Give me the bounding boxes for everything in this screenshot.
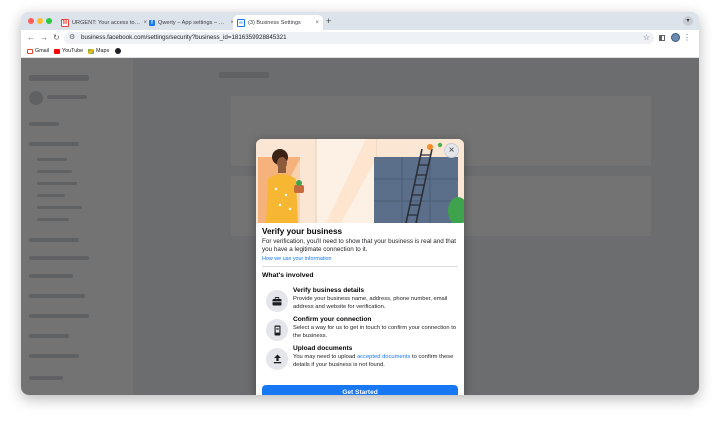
section-heading: What's involved	[262, 272, 314, 279]
bookmark-globe[interactable]	[115, 48, 121, 54]
step-description: Provide your business name, address, pho…	[293, 296, 448, 310]
upload-icon	[266, 348, 288, 370]
step-upload-documents: Upload documents You may need to upload …	[262, 345, 458, 373]
tab-close-icon[interactable]: ×	[315, 20, 319, 26]
get-started-button[interactable]: Get Started	[262, 385, 458, 395]
meta-dev-icon: f	[149, 19, 155, 26]
tab-gmail[interactable]: M URGENT: Your access to adv ×	[57, 15, 151, 30]
dialog-description: For verification, you'll need to show th…	[262, 238, 457, 253]
site-info-icon[interactable]: ⚙	[69, 33, 75, 41]
step-title: Upload documents	[293, 345, 353, 352]
tab-title: URGENT: Your access to adv	[72, 19, 141, 26]
section-divider	[262, 266, 458, 267]
phone-icon	[266, 319, 288, 341]
reload-icon[interactable]: ↻	[53, 33, 60, 43]
maximize-window-dot[interactable]	[46, 18, 52, 24]
new-tab-button[interactable]: +	[326, 16, 331, 26]
globe-icon	[115, 48, 121, 54]
youtube-icon	[54, 48, 60, 54]
close-window-dot[interactable]	[28, 18, 34, 24]
tab-strip: M URGENT: Your access to adv × f Qwerty …	[21, 12, 699, 30]
step-title: Verify business details	[293, 287, 365, 294]
browser-toolbar: ← → ↻ ⚙ business.facebook.com/settings/s…	[21, 30, 699, 46]
tab-business-settings[interactable]: ∞ (3) Business Settings ×	[233, 15, 323, 30]
forward-arrow-icon[interactable]: →	[40, 33, 48, 43]
step-verify-details: Verify business details Provide your bus…	[262, 287, 458, 315]
verify-business-dialog: × Verify your business For verification,…	[256, 139, 464, 395]
minimize-window-dot[interactable]	[37, 18, 43, 24]
tab-app-settings[interactable]: f Qwerty – App settings – Meta ×	[145, 15, 238, 30]
bookmark-label: Gmail	[35, 48, 50, 54]
bookmarks-bar: Gmail YouTube Maps	[21, 46, 699, 58]
step-description: Select a way for us to get in touch to c…	[293, 325, 457, 339]
tab-title: (3) Business Settings	[248, 19, 301, 26]
gmail-icon	[27, 48, 33, 54]
verification-illustration	[256, 139, 464, 223]
bookmark-gmail[interactable]: Gmail	[27, 48, 49, 54]
bookmark-star-icon[interactable]: ☆	[643, 33, 650, 42]
url-text[interactable]: business.facebook.com/settings/security?…	[81, 34, 287, 41]
side-panel-icon[interactable]	[659, 35, 665, 41]
bookmark-youtube[interactable]: YouTube	[54, 48, 83, 54]
browser-window: M URGENT: Your access to adv × f Qwerty …	[21, 12, 699, 395]
meta-business-icon: ∞	[237, 18, 245, 27]
accepted-documents-link[interactable]: accepted documents	[357, 354, 411, 360]
page-content: × Verify your business For verification,…	[21, 58, 699, 395]
close-dialog-button[interactable]: ×	[444, 143, 459, 158]
step-description: You may need to upload accepted document…	[293, 354, 461, 369]
step-description-text: You may need to upload	[293, 354, 357, 360]
step-confirm-connection: Confirm your connection Select a way for…	[262, 316, 458, 344]
address-bar[interactable]: ⚙ business.facebook.com/settings/securit…	[64, 32, 654, 44]
bookmark-maps[interactable]: Maps	[88, 48, 109, 54]
tab-search-chevron-icon[interactable]: ▾	[683, 16, 693, 26]
gmail-icon: M	[61, 18, 69, 27]
dialog-title: Verify your business	[262, 227, 343, 236]
profile-avatar[interactable]	[671, 33, 680, 42]
tab-title: Qwerty – App settings – Meta	[158, 19, 228, 26]
back-arrow-icon[interactable]: ←	[27, 33, 35, 43]
maps-icon	[88, 48, 94, 54]
bookmark-label: Maps	[96, 48, 110, 54]
menu-kebab-icon[interactable]: ⋮	[683, 33, 691, 42]
step-title: Confirm your connection	[293, 316, 372, 323]
briefcase-icon	[266, 290, 288, 312]
info-usage-link[interactable]: How we use your information	[262, 256, 332, 262]
bookmark-label: YouTube	[62, 48, 84, 54]
